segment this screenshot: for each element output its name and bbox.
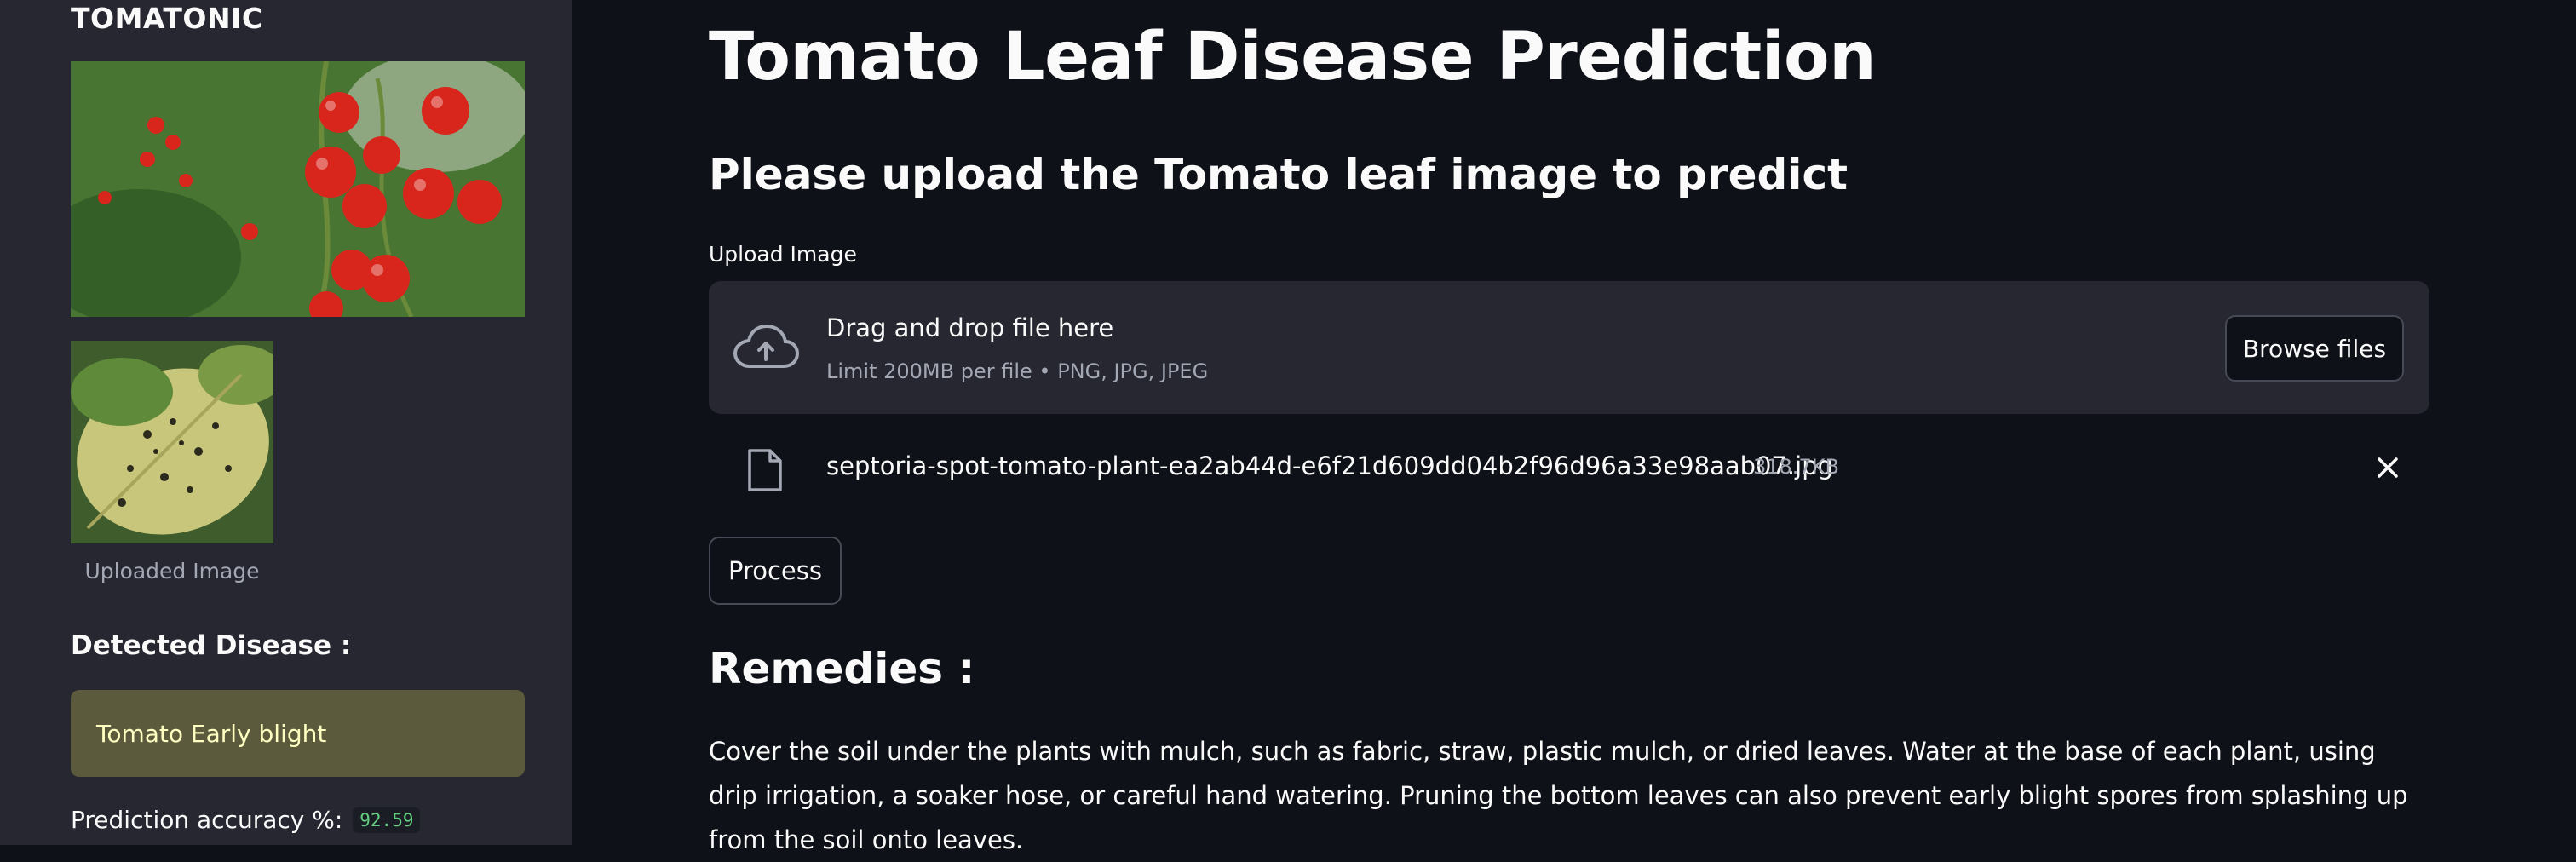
page-subtitle: Please upload the Tomato leaf image to p…	[709, 150, 1848, 199]
file-icon	[748, 449, 782, 491]
dropzone-limit: Limit 200MB per file • PNG, JPG, JPEG	[826, 359, 1209, 383]
accuracy-value: 92.59	[353, 807, 421, 833]
detected-disease-box: Tomato Early blight	[71, 690, 525, 777]
accuracy-label: Prediction accuracy %:	[71, 806, 343, 834]
brand-title: TOMATONIC	[71, 2, 263, 35]
file-size: 318.7KB	[1753, 455, 1839, 479]
process-button[interactable]: Process	[709, 537, 842, 605]
cloud-upload-icon	[733, 324, 799, 368]
uploaded-file-row: septoria-spot-tomato-plant-ea2ab44d-e6f2…	[709, 436, 2429, 499]
upload-label: Upload Image	[709, 242, 857, 267]
tomato-plant-image	[71, 61, 525, 317]
uploaded-image-caption: Uploaded Image	[84, 559, 260, 583]
sidebar: TOMATONIC Uploaded Image Detected Diseas…	[0, 0, 572, 845]
dropzone-title: Drag and drop file here	[826, 313, 1114, 342]
prediction-accuracy: Prediction accuracy %: 92.59	[71, 806, 421, 834]
page-title: Tomato Leaf Disease Prediction	[709, 19, 1877, 95]
browse-files-button[interactable]: Browse files	[2225, 315, 2404, 382]
file-dropzone[interactable]: Drag and drop file here Limit 200MB per …	[709, 281, 2429, 414]
close-icon[interactable]	[2375, 455, 2401, 480]
main-content: Tomato Leaf Disease Prediction Please up…	[709, 0, 2429, 854]
detected-disease-heading: Detected Disease :	[71, 630, 352, 661]
remedies-text: Cover the soil under the plants with mul…	[709, 737, 2408, 854]
uploaded-leaf-image	[71, 341, 273, 543]
file-name: septoria-spot-tomato-plant-ea2ab44d-e6f2…	[826, 451, 1834, 480]
detected-disease-text: Tomato Early blight	[96, 719, 327, 748]
remedies-heading: Remedies :	[709, 644, 975, 693]
